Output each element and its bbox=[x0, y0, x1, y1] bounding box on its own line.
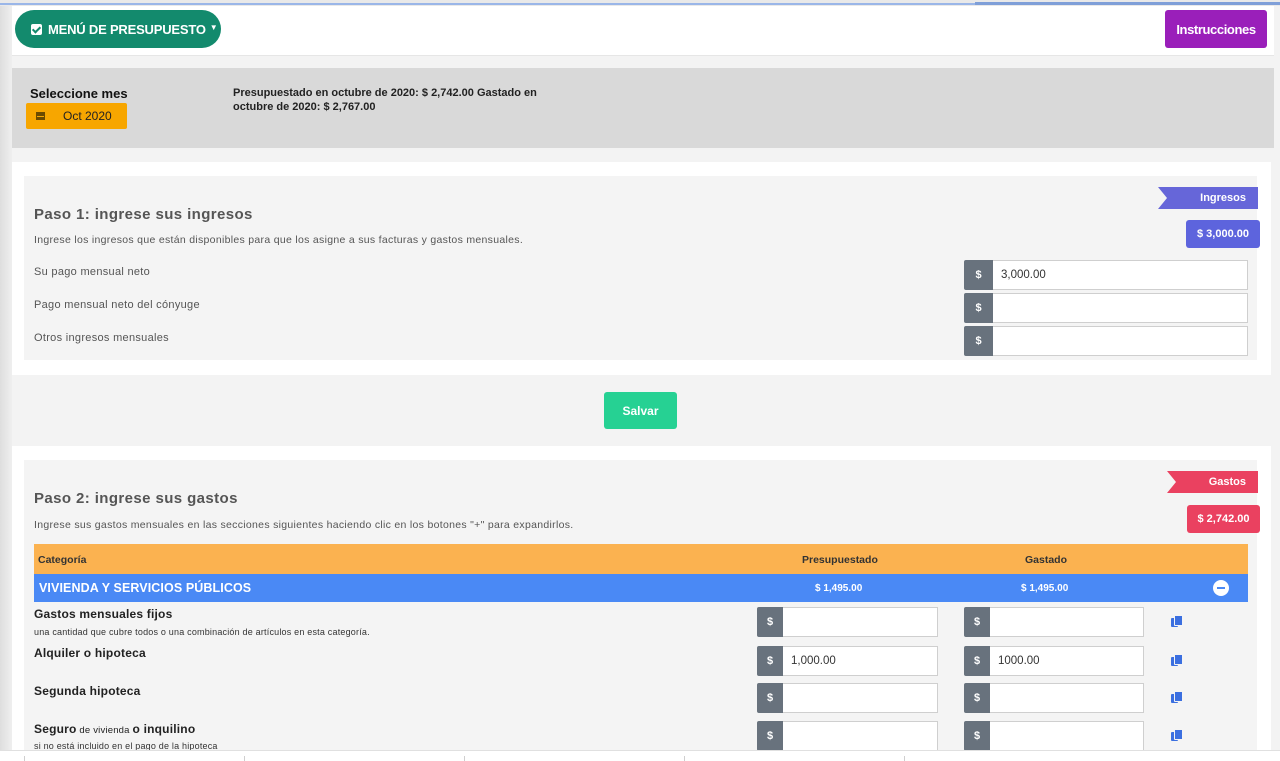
category-budgeted: $ 1,495.00 bbox=[815, 583, 863, 594]
income-total-badge: $ 3,000.00 bbox=[1186, 220, 1260, 248]
month-value: Oct 2020 bbox=[63, 109, 112, 123]
budget-summary: Presupuestado en octubre de 2020: $ 2,74… bbox=[233, 87, 537, 113]
expense-row-name: Segunda hipoteca bbox=[34, 684, 141, 698]
dollar-addon: $ bbox=[757, 683, 783, 713]
copy-icon[interactable] bbox=[1171, 615, 1183, 627]
left-shade bbox=[0, 6, 12, 750]
instructions-button[interactable]: Instrucciones bbox=[1165, 10, 1267, 48]
checkbox-icon bbox=[31, 23, 42, 35]
budget-input-group: $ bbox=[757, 721, 938, 751]
income-input-group: $ bbox=[964, 326, 1248, 356]
expense-row-name: Alquiler o hipoteca bbox=[34, 646, 146, 660]
copy-icon[interactable] bbox=[1171, 654, 1183, 666]
column-category: Categoría bbox=[38, 554, 87, 566]
income-card: Ingresos $ 3,000.00 Paso 1: ingrese sus … bbox=[12, 162, 1271, 375]
calendar-icon bbox=[36, 112, 45, 120]
expense-row-name: Seguro de vivienda o inquilino bbox=[34, 722, 195, 736]
category-name: VIVIENDA Y SERVICIOS PÚBLICOS bbox=[39, 581, 252, 595]
select-month-label: Seleccione mes bbox=[30, 86, 128, 101]
column-spent: Gastado bbox=[1025, 554, 1068, 566]
step1-description: Ingrese los ingresos que están disponibl… bbox=[34, 234, 524, 246]
month-bar: Seleccione mes Oct 2020 Presupuestado en… bbox=[12, 68, 1274, 148]
category-row-housing[interactable]: VIVIENDA Y SERVICIOS PÚBLICOS $ 1,495.00… bbox=[34, 574, 1248, 602]
dollar-addon: $ bbox=[964, 293, 993, 323]
income-label-other: Otros ingresos mensuales bbox=[34, 332, 169, 344]
budget-input-group: $ 1,000.00 bbox=[757, 646, 938, 676]
expenses-ribbon: Gastos bbox=[1167, 471, 1258, 493]
expenses-panel: Gastos $ 2,742.00 Paso 2: ingrese sus ga… bbox=[24, 460, 1260, 751]
copy-icon[interactable] bbox=[1171, 691, 1183, 703]
expense-row-name-main: Seguro bbox=[34, 722, 77, 736]
month-picker-button[interactable]: Oct 2020 bbox=[26, 103, 127, 129]
income-label-net-pay: Su pago mensual neto bbox=[34, 266, 151, 278]
expense-row-note: una cantidad que cubre todos o una combi… bbox=[34, 627, 370, 637]
second-mortgage-budgeted-input[interactable] bbox=[783, 683, 938, 713]
income-ribbon: Ingresos bbox=[1158, 187, 1258, 209]
insurance-budgeted-input[interactable] bbox=[783, 721, 938, 751]
net-pay-input[interactable]: 3,000.00 bbox=[993, 260, 1248, 290]
column-budgeted: Presupuestado bbox=[802, 554, 878, 566]
fixed-budgeted-input[interactable] bbox=[783, 607, 938, 637]
expense-row-name-tail: o inquilino bbox=[132, 722, 196, 736]
income-panel: Ingresos $ 3,000.00 Paso 1: ingrese sus … bbox=[24, 176, 1260, 360]
expense-row-name: Gastos mensuales fijos bbox=[34, 607, 173, 621]
expenses-table-header: Categoría Presupuestado Gastado bbox=[34, 544, 1248, 574]
caret-down-icon: ▼ bbox=[209, 22, 218, 32]
header-bar: MENÚ DE PRESUPUESTO ▼ Instrucciones bbox=[12, 6, 1274, 56]
income-label-spouse-pay: Pago mensual neto del cónyuge bbox=[34, 299, 200, 311]
income-input-group: $ 3,000.00 bbox=[964, 260, 1248, 290]
dollar-addon: $ bbox=[757, 721, 783, 751]
spent-input-group: $ 1000.00 bbox=[964, 646, 1144, 676]
expenses-total-badge: $ 2,742.00 bbox=[1187, 505, 1260, 533]
spent-input-group: $ bbox=[964, 683, 1144, 713]
spent-input-group: $ bbox=[964, 607, 1144, 637]
spouse-pay-input[interactable] bbox=[993, 293, 1248, 323]
budget-input-group: $ bbox=[757, 683, 938, 713]
step2-description: Ingrese sus gastos mensuales en las secc… bbox=[34, 519, 574, 531]
budget-menu-label: MENÚ DE PRESUPUESTO bbox=[48, 21, 206, 37]
other-income-input[interactable] bbox=[993, 326, 1248, 356]
spent-input-group: $ bbox=[964, 721, 1144, 751]
budget-input-group: $ bbox=[757, 607, 938, 637]
income-input-group: $ bbox=[964, 293, 1248, 323]
step2-title: Paso 2: ingrese sus gastos bbox=[34, 490, 238, 507]
dollar-addon: $ bbox=[964, 683, 990, 713]
budget-menu-button[interactable]: MENÚ DE PRESUPUESTO ▼ bbox=[15, 10, 221, 48]
dollar-addon: $ bbox=[964, 326, 993, 356]
save-button[interactable]: Salvar bbox=[604, 392, 677, 429]
second-mortgage-spent-input[interactable] bbox=[990, 683, 1144, 713]
expenses-card: Gastos $ 2,742.00 Paso 2: ingrese sus ga… bbox=[12, 446, 1271, 751]
category-spent: $ 1,495.00 bbox=[1021, 583, 1069, 594]
insurance-spent-input[interactable] bbox=[990, 721, 1144, 751]
dollar-addon: $ bbox=[964, 607, 990, 637]
rent-spent-input[interactable]: 1000.00 bbox=[990, 646, 1144, 676]
fixed-spent-input[interactable] bbox=[990, 607, 1144, 637]
dollar-addon: $ bbox=[964, 721, 990, 751]
expense-row-name-small: de vivienda bbox=[76, 725, 133, 736]
dollar-addon: $ bbox=[757, 607, 783, 637]
bottom-bar bbox=[0, 750, 1280, 761]
collapse-icon[interactable] bbox=[1213, 580, 1229, 596]
step1-title: Paso 1: ingrese sus ingresos bbox=[34, 206, 253, 223]
dollar-addon: $ bbox=[964, 646, 990, 676]
dollar-addon: $ bbox=[757, 646, 783, 676]
dollar-addon: $ bbox=[964, 260, 993, 290]
copy-icon[interactable] bbox=[1171, 729, 1183, 741]
rent-budgeted-input[interactable]: 1,000.00 bbox=[783, 646, 938, 676]
